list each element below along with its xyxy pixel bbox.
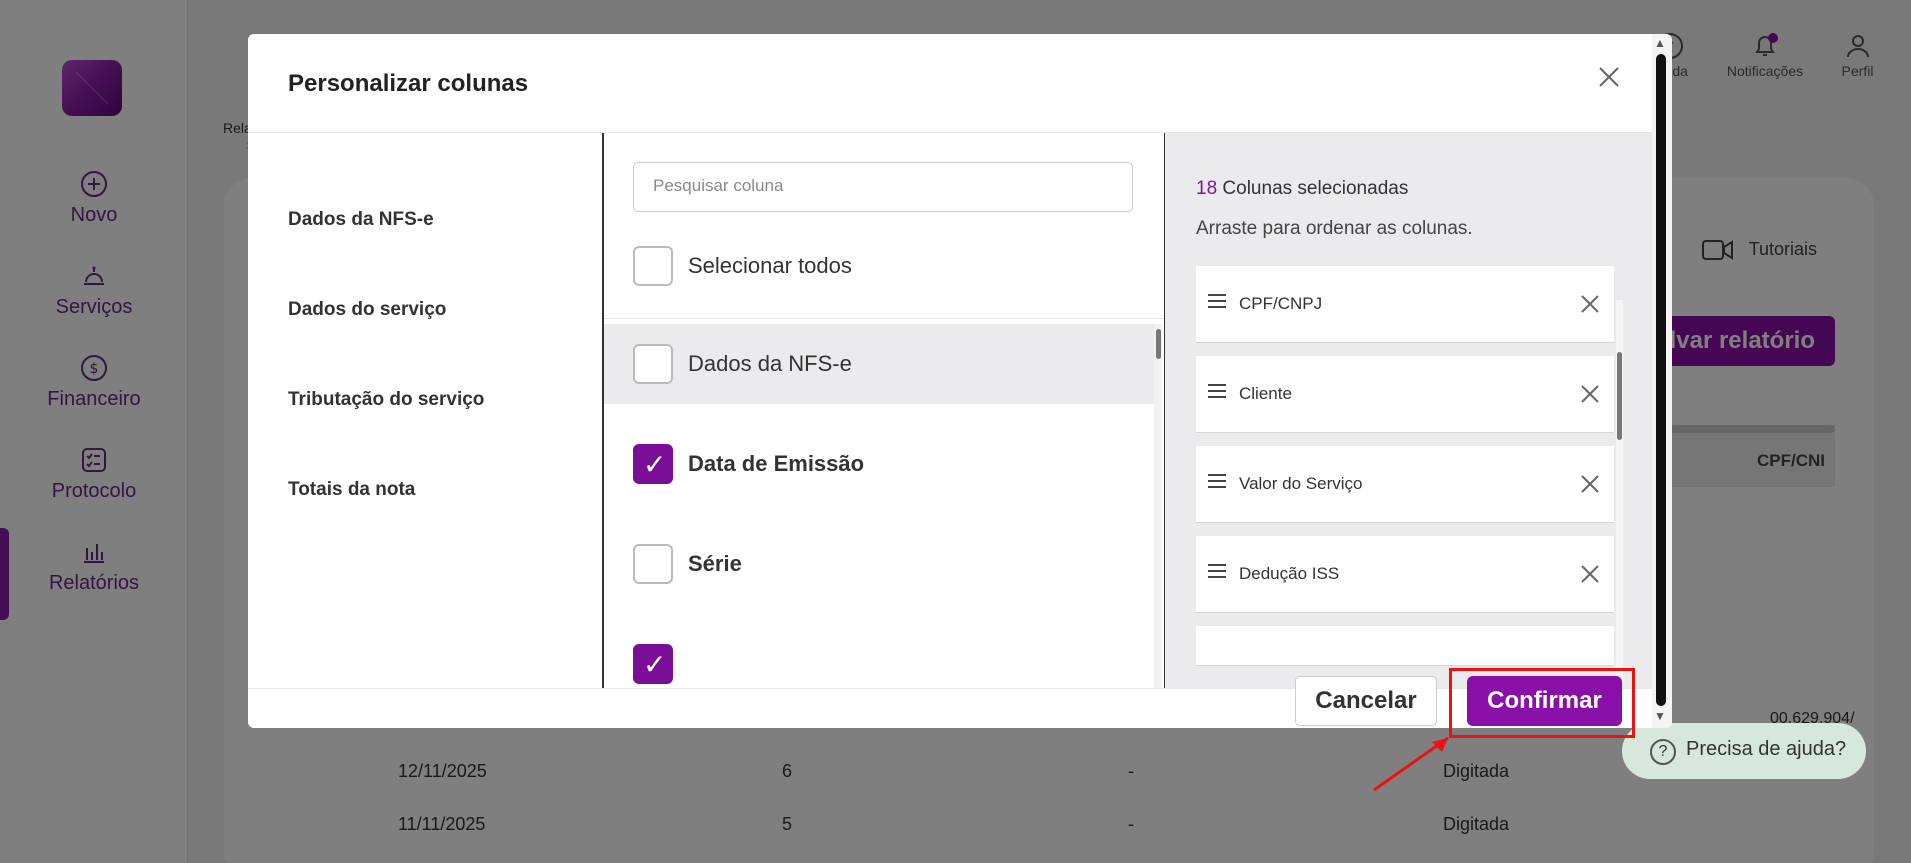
- scroll-up-icon[interactable]: ▲: [1654, 36, 1666, 50]
- selected-count: 18 Colunas selecionadas: [1196, 178, 1408, 200]
- selected-column-item[interactable]: CPF/CNPJ: [1196, 266, 1614, 343]
- remove-icon[interactable]: [1580, 564, 1600, 584]
- select-all-checkbox[interactable]: [633, 246, 673, 286]
- drag-hint: Arraste para ordenar as colunas.: [1196, 218, 1473, 239]
- option-checkbox[interactable]: [633, 544, 673, 584]
- close-icon[interactable]: [1596, 64, 1622, 90]
- selected-column-label: Valor do Serviço: [1239, 474, 1363, 493]
- selected-column-label: CPF/CNPJ: [1239, 294, 1323, 313]
- selected-column-item[interactable]: [1196, 626, 1614, 666]
- customize-columns-modal: Personalizar colunas Dados da NFS-e Dado…: [248, 34, 1672, 728]
- drag-handle-icon[interactable]: [1208, 474, 1226, 488]
- annotation-arrow-icon: [1373, 736, 1449, 792]
- question-icon: ?: [1650, 739, 1676, 765]
- cancel-button[interactable]: Cancelar: [1295, 676, 1437, 726]
- selected-column-item[interactable]: Dedução ISS: [1196, 536, 1614, 613]
- scroll-down-icon[interactable]: ▼: [1654, 709, 1666, 723]
- divider: [604, 318, 1164, 319]
- selected-column-label: Dedução ISS: [1239, 564, 1340, 583]
- drag-handle-icon[interactable]: [1208, 564, 1226, 578]
- help-chat-button[interactable]: ? Precisa de ajuda?: [1622, 723, 1866, 779]
- options-scrollbar[interactable]: [1154, 324, 1162, 688]
- selected-column-item[interactable]: Cliente: [1196, 356, 1614, 433]
- selected-column-label: Cliente: [1239, 384, 1292, 403]
- help-chat-label: Precisa de ajuda?: [1686, 738, 1847, 760]
- drag-handle-icon[interactable]: [1208, 384, 1226, 398]
- selected-column-item[interactable]: Valor do Serviço: [1196, 446, 1614, 523]
- category-item[interactable]: Tributação do serviço: [288, 389, 484, 411]
- option-label: Data de Emissão: [688, 451, 865, 476]
- category-item[interactable]: Dados da NFS-e: [288, 209, 434, 231]
- option-label: Série: [688, 551, 742, 576]
- select-all-label: Selecionar todos: [688, 253, 852, 278]
- modal-title: Personalizar colunas: [288, 70, 529, 97]
- search-column-input[interactable]: Pesquisar coluna: [633, 162, 1133, 212]
- option-checkbox-checked[interactable]: [633, 644, 673, 684]
- selected-count-number: 18: [1196, 178, 1218, 199]
- annotation-highlight-box: [1449, 668, 1635, 738]
- option-checkbox-checked[interactable]: [633, 444, 673, 484]
- option-label: Dados da NFS-e: [688, 351, 852, 376]
- drag-handle-icon[interactable]: [1208, 294, 1226, 308]
- remove-icon[interactable]: [1580, 384, 1600, 404]
- divider: [248, 688, 1652, 689]
- selected-count-label: Colunas selecionadas: [1222, 178, 1409, 199]
- selected-scrollbar-thumb[interactable]: [1617, 352, 1622, 440]
- option-group-row: [604, 324, 1154, 404]
- divider: [602, 133, 604, 688]
- category-item[interactable]: Totais da nota: [288, 479, 415, 501]
- options-scrollbar-thumb[interactable]: [1156, 329, 1161, 359]
- option-checkbox[interactable]: [633, 344, 673, 384]
- remove-icon[interactable]: [1580, 294, 1600, 314]
- category-item[interactable]: Dados do serviço: [288, 299, 446, 321]
- category-list: Dados da NFS-e Dados do serviço Tributaç…: [248, 133, 603, 688]
- modal-scrollbar-thumb[interactable]: [1656, 54, 1666, 706]
- remove-icon[interactable]: [1580, 474, 1600, 494]
